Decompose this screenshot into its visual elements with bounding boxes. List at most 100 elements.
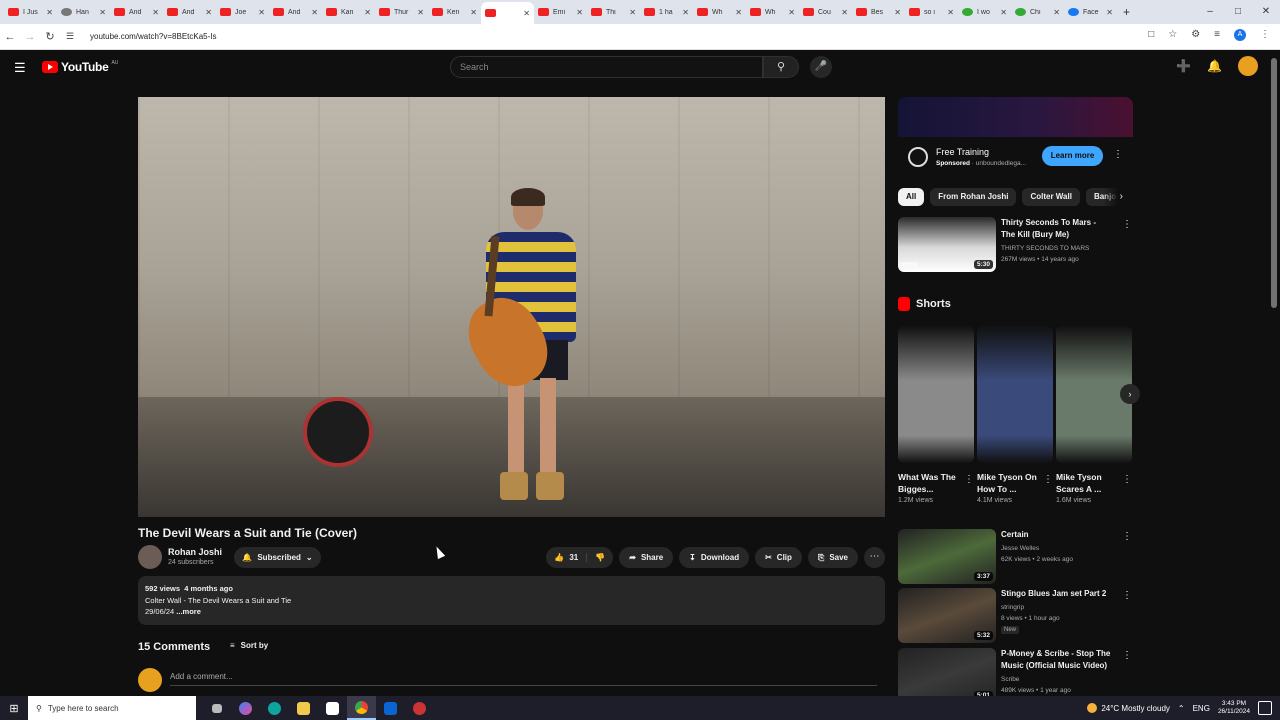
related-video[interactable]: 5:01 P-Money & Scribe - Stop The Music (O… bbox=[898, 648, 1133, 696]
close-tab-icon[interactable]: ✕ bbox=[682, 8, 689, 17]
url-field[interactable]: youtube.com/watch?v=8BEtcKa5-Is bbox=[90, 32, 217, 41]
video-title[interactable]: P-Money & Scribe - Stop The Music (Offic… bbox=[1001, 648, 1111, 671]
close-tab-icon[interactable]: ✕ bbox=[470, 8, 477, 17]
channel-name[interactable]: Rohan Joshi bbox=[168, 547, 222, 557]
youtube-logo[interactable]: YouTube AU bbox=[42, 60, 118, 74]
tray-overflow-icon[interactable]: ⌃ bbox=[1178, 704, 1185, 713]
close-tab-icon[interactable]: ✕ bbox=[576, 8, 583, 17]
short-menu-icon[interactable]: ⋮ bbox=[1043, 474, 1053, 485]
profile-avatar[interactable]: A bbox=[1234, 29, 1246, 41]
video-title[interactable]: Certain bbox=[1001, 529, 1111, 541]
new-tab-icon[interactable]: + bbox=[1123, 5, 1130, 19]
voice-search-button[interactable]: 🎤 bbox=[810, 56, 832, 78]
app-icon[interactable] bbox=[405, 696, 434, 720]
site-info-icon[interactable]: ☰ bbox=[60, 31, 80, 42]
browser-tab[interactable]: Thur ✕ bbox=[375, 2, 428, 22]
search-button[interactable]: ⚲ bbox=[763, 56, 799, 78]
close-tab-icon[interactable]: ✕ bbox=[629, 8, 636, 17]
file-explorer-icon[interactable] bbox=[289, 696, 318, 720]
short-menu-icon[interactable]: ⋮ bbox=[964, 474, 974, 485]
subscribed-button[interactable]: 🔔 Subscribed ⌄ bbox=[234, 547, 321, 568]
bookmark-star-icon[interactable]: ☆ bbox=[1168, 29, 1177, 41]
reading-list-icon[interactable]: ≡ bbox=[1214, 29, 1220, 41]
cast-icon[interactable]: □ bbox=[1148, 29, 1154, 41]
channel-name[interactable]: Scribe bbox=[1001, 676, 1019, 683]
outlook-icon[interactable] bbox=[376, 696, 405, 720]
close-tab-icon[interactable]: ✕ bbox=[523, 9, 530, 18]
channel-name[interactable]: THIRTY SECONDS TO MARS bbox=[1001, 245, 1089, 252]
extensions-icon[interactable]: ⚙ bbox=[1191, 29, 1200, 41]
language-indicator[interactable]: ENG bbox=[1193, 704, 1210, 713]
browser-tab[interactable]: And ✕ bbox=[110, 2, 163, 22]
copilot-icon[interactable] bbox=[231, 696, 260, 720]
channel-name[interactable]: Jesse Welles bbox=[1001, 545, 1039, 552]
close-tab-icon[interactable]: ✕ bbox=[417, 8, 424, 17]
video-menu-icon[interactable]: ⋮ bbox=[1122, 219, 1132, 230]
short-item[interactable]: Mike Tyson On How To ... 4.1M views ⋮ bbox=[977, 326, 1053, 504]
account-avatar[interactable] bbox=[1238, 56, 1258, 76]
filter-chip[interactable]: All bbox=[898, 188, 925, 206]
notifications-bell-icon[interactable]: 🔔 bbox=[1207, 59, 1222, 73]
microsoft-store-icon[interactable] bbox=[318, 696, 347, 720]
short-item[interactable]: Mike Tyson Scares A ... 1.6M views ⋮ bbox=[1056, 326, 1132, 504]
video-thumbnail[interactable]: 5:01 bbox=[898, 648, 996, 696]
browser-tab[interactable]: Han ✕ bbox=[57, 2, 110, 22]
close-window-icon[interactable]: ✕ bbox=[1252, 0, 1280, 24]
browser-tab[interactable]: And ✕ bbox=[269, 2, 322, 22]
reload-icon[interactable]: ↻ bbox=[40, 30, 60, 43]
close-tab-icon[interactable]: ✕ bbox=[152, 8, 159, 17]
video-player[interactable] bbox=[138, 97, 885, 517]
short-menu-icon[interactable]: ⋮ bbox=[1122, 474, 1132, 485]
share-button[interactable]: ➦ Share bbox=[619, 547, 674, 568]
browser-tab[interactable]: And ✕ bbox=[163, 2, 216, 22]
ad-menu-icon[interactable]: ⋮ bbox=[1113, 149, 1123, 160]
video-thumbnail[interactable]: vevo 5:30 bbox=[898, 217, 996, 272]
browser-tab[interactable]: Thi ✕ bbox=[587, 2, 640, 22]
browser-tab[interactable]: Face ✕ bbox=[1064, 2, 1117, 22]
download-button[interactable]: ↧ Download bbox=[679, 547, 750, 568]
close-tab-icon[interactable]: ✕ bbox=[894, 8, 901, 17]
short-item[interactable]: What Was The Bigges... 1.2M views ⋮ bbox=[898, 326, 974, 504]
close-tab-icon[interactable]: ✕ bbox=[99, 8, 106, 17]
video-title[interactable]: Stingo Blues Jam set Part 2 bbox=[1001, 588, 1111, 600]
browser-tab[interactable]: Joe ✕ bbox=[216, 2, 269, 22]
ad-banner[interactable] bbox=[898, 97, 1133, 137]
back-icon[interactable]: ← bbox=[0, 31, 20, 43]
scrollbar-thumb[interactable] bbox=[1271, 58, 1277, 308]
close-tab-icon[interactable]: ✕ bbox=[364, 8, 371, 17]
browser-tab[interactable]: so i ✕ bbox=[905, 2, 958, 22]
more-actions-button[interactable]: ⋯ bbox=[864, 547, 885, 568]
chrome-icon[interactable] bbox=[347, 696, 376, 720]
close-tab-icon[interactable]: ✕ bbox=[46, 8, 53, 17]
channel-avatar[interactable] bbox=[138, 545, 162, 569]
browser-tab[interactable]: Wh ✕ bbox=[693, 2, 746, 22]
related-video[interactable]: 3:37 Certain Jesse Welles 62K views • 2 wee… bbox=[898, 529, 1133, 585]
short-title[interactable]: What Was The Bigges... bbox=[898, 471, 962, 495]
video-menu-icon[interactable]: ⋮ bbox=[1122, 650, 1132, 661]
close-tab-icon[interactable]: ✕ bbox=[735, 8, 742, 17]
add-comment-input[interactable]: Add a comment... bbox=[170, 672, 877, 686]
taskbar-search[interactable]: ⚲ Type here to search bbox=[28, 696, 196, 720]
short-thumbnail[interactable] bbox=[977, 326, 1053, 463]
clock[interactable]: 3:43 PM 26/11/2024 bbox=[1218, 700, 1250, 716]
filter-chip[interactable]: Colter Wall bbox=[1022, 188, 1080, 206]
close-tab-icon[interactable]: ✕ bbox=[1106, 8, 1113, 17]
task-view-icon[interactable] bbox=[202, 696, 231, 720]
description-box[interactable]: 592 views 4 months ago Colter Wall - The… bbox=[138, 576, 885, 625]
browser-tab[interactable]: Bes ✕ bbox=[852, 2, 905, 22]
video-title[interactable]: Thirty Seconds To Mars - The Kill (Bury … bbox=[1001, 217, 1111, 240]
close-tab-icon[interactable]: ✕ bbox=[205, 8, 212, 17]
maximize-icon[interactable]: □ bbox=[1224, 0, 1252, 24]
close-tab-icon[interactable]: ✕ bbox=[311, 8, 318, 17]
browser-menu-icon[interactable]: ⋮ bbox=[1260, 29, 1270, 41]
browser-tab[interactable]: 1 ha ✕ bbox=[640, 2, 693, 22]
channel-name[interactable]: stringrip bbox=[1001, 604, 1024, 611]
related-video[interactable]: 5:32 Stingo Blues Jam set Part 2 stringrip… bbox=[898, 588, 1133, 644]
minimize-icon[interactable]: – bbox=[1196, 0, 1224, 24]
edge-icon[interactable] bbox=[260, 696, 289, 720]
weather-widget[interactable]: 24°C Mostly cloudy bbox=[1087, 703, 1170, 713]
dislike-button[interactable]: 👎 bbox=[587, 553, 613, 562]
video-menu-icon[interactable]: ⋮ bbox=[1122, 590, 1132, 601]
shorts-next-icon[interactable]: › bbox=[1120, 384, 1140, 404]
search-input[interactable]: Search bbox=[450, 56, 763, 78]
